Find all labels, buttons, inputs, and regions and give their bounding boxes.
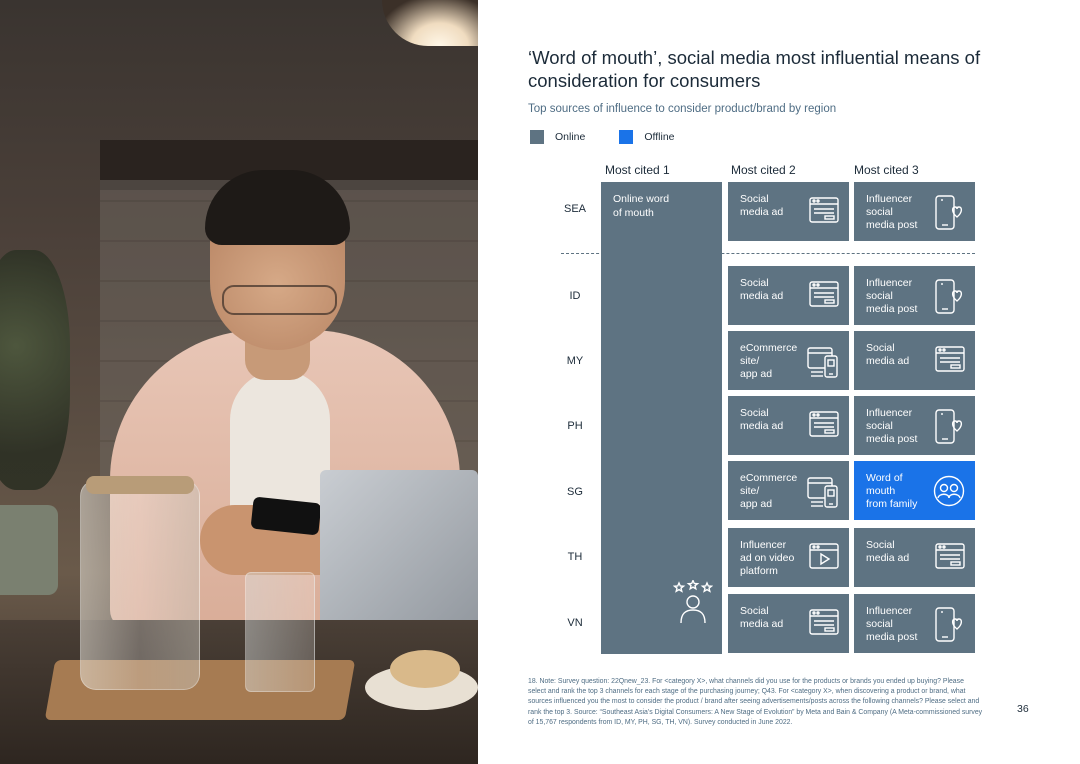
cell-label: Influencer ad on video platform xyxy=(740,539,795,577)
browser-ad-icon xyxy=(809,195,839,230)
browser-ad-icon xyxy=(935,344,965,379)
cell-sea-3: Influencer social media post xyxy=(854,182,975,241)
column-header-1: Most cited 1 xyxy=(605,163,670,177)
cell-label: Influencer social media post xyxy=(866,407,918,445)
cell-label: eCommerce site/ app ad xyxy=(740,472,798,510)
page-subtitle: Top sources of influence to consider pro… xyxy=(528,103,837,115)
legend-swatch-offline xyxy=(619,130,634,144)
family-icon xyxy=(933,475,965,512)
cell-label: Social media ad xyxy=(740,407,784,432)
cell-label: Word of mouth from family xyxy=(866,472,918,510)
cell-sg-2: eCommerce site/ app ad xyxy=(728,461,849,520)
ecommerce-devices-icon xyxy=(807,344,839,383)
phone-heart-icon xyxy=(935,409,965,450)
cell-vn-3: Influencer social media post xyxy=(854,594,975,653)
browser-ad-icon xyxy=(809,279,839,314)
browser-ad-icon xyxy=(809,607,839,642)
browser-ad-icon xyxy=(935,541,965,576)
legend-item-offline: Offline xyxy=(619,130,675,144)
phone-heart-icon xyxy=(935,607,965,648)
row-label-my: MY xyxy=(566,355,584,367)
cell-label: eCommerce site/ app ad xyxy=(740,342,798,380)
legend-label-offline: Offline xyxy=(644,131,675,143)
cell-id-2: Social media ad xyxy=(728,266,849,325)
row-label-sg: SG xyxy=(567,486,583,498)
row-label-th: TH xyxy=(567,551,583,563)
legend-swatch-online xyxy=(530,130,544,144)
cell-label: Influencer social media post xyxy=(866,605,918,643)
most-cited-1-label: Online word of mouth xyxy=(613,193,670,219)
hero-photo xyxy=(0,0,478,764)
pendant-lamp xyxy=(382,0,478,46)
cell-label: Influencer social media post xyxy=(866,193,918,231)
cell-label: Social media ad xyxy=(740,277,784,302)
cell-label: Social media ad xyxy=(866,539,910,564)
cell-sg-3: Word of mouth from family xyxy=(854,461,975,520)
page-title: ‘Word of mouth’, social media most influ… xyxy=(528,47,981,91)
legend: Online Offline xyxy=(530,130,709,144)
cell-my-3: Social media ad xyxy=(854,331,975,390)
cell-th-3: Social media ad xyxy=(854,528,975,587)
video-player-icon xyxy=(809,541,839,576)
row-label-vn: VN xyxy=(567,617,583,629)
cell-id-3: Influencer social media post xyxy=(854,266,975,325)
ecommerce-devices-icon xyxy=(807,474,839,513)
people-stars-icon xyxy=(672,578,714,629)
cell-th-2: Influencer ad on video platform xyxy=(728,528,849,587)
column-header-3: Most cited 3 xyxy=(854,163,919,177)
row-label-ph: PH xyxy=(567,420,583,432)
cell-label: Social media ad xyxy=(740,605,784,630)
row-label-sea: SEA xyxy=(563,203,586,215)
phone-heart-icon xyxy=(935,279,965,320)
cell-ph-3: Influencer social media post xyxy=(854,396,975,455)
cell-my-2: eCommerce site/ app ad xyxy=(728,331,849,390)
cell-label: Social media ad xyxy=(740,193,784,218)
browser-ad-icon xyxy=(809,409,839,444)
row-label-id: ID xyxy=(569,290,581,302)
cell-label: Social media ad xyxy=(866,342,910,367)
footnote: 18. Note: Survey question: 22Qnew_23. Fo… xyxy=(528,678,983,726)
legend-item-online: Online xyxy=(530,130,585,144)
phone-heart-icon xyxy=(935,195,965,236)
cell-ph-2: Social media ad xyxy=(728,396,849,455)
legend-label-online: Online xyxy=(555,131,586,143)
cell-vn-2: Social media ad xyxy=(728,594,849,653)
cell-label: Influencer social media post xyxy=(866,277,918,315)
most-cited-1-bar: Online word of mouth xyxy=(601,182,722,654)
page-number: 36 xyxy=(1017,703,1029,715)
cell-sea-2: Social media ad xyxy=(728,182,849,241)
column-header-2: Most cited 2 xyxy=(731,163,796,177)
